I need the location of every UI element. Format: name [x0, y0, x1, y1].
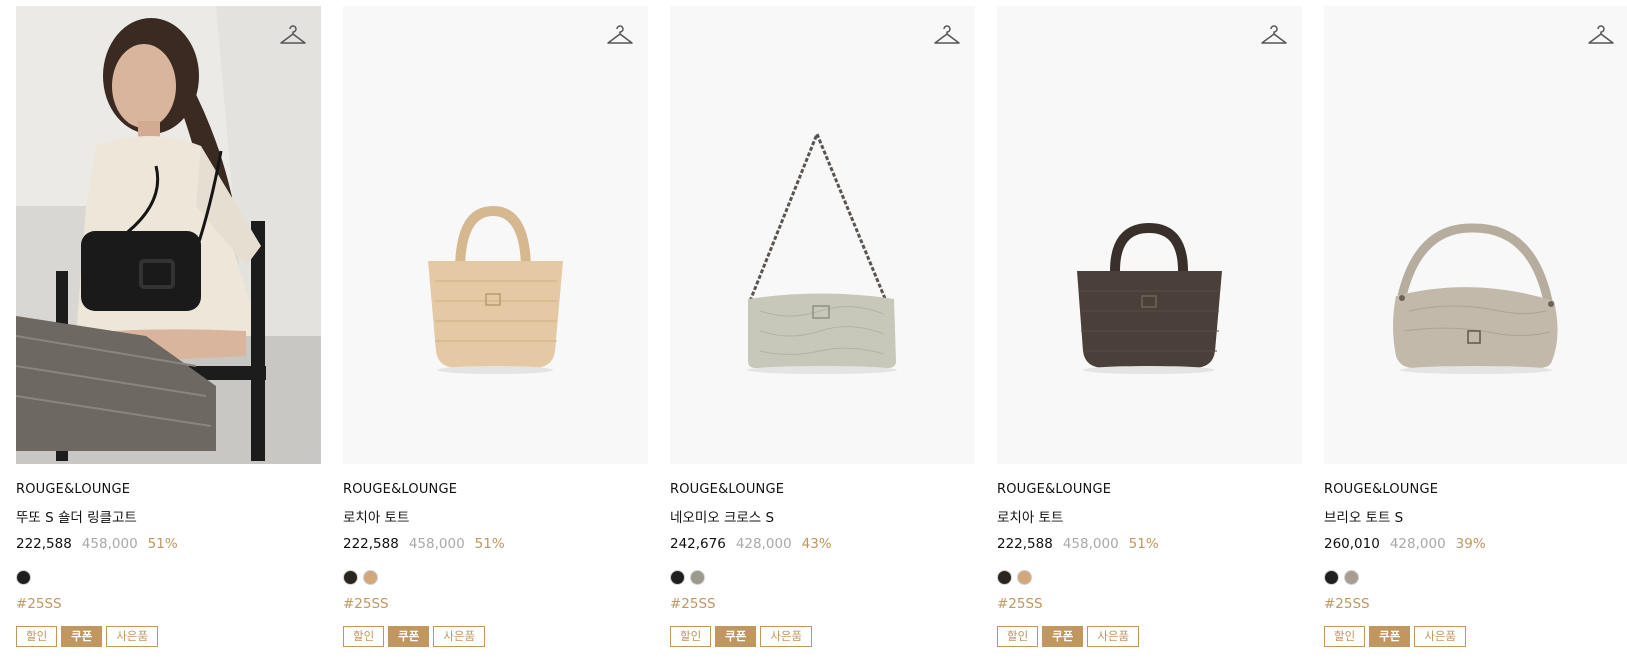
hanger-icon[interactable]	[1587, 22, 1615, 48]
badge-row: 할인 쿠폰 사은품	[343, 626, 648, 647]
product-brand[interactable]: ROUGE&LOUNGE	[343, 482, 648, 497]
color-swatch-black[interactable]	[16, 570, 31, 585]
sale-price: 260,010	[1324, 536, 1380, 552]
original-price: 458,000	[1062, 536, 1119, 552]
color-swatch-brown[interactable]	[343, 570, 358, 585]
gift-badge: 사은품	[1414, 626, 1467, 647]
product-image[interactable]	[343, 6, 648, 464]
product-name[interactable]: 브리오 토트 S	[1324, 506, 1627, 526]
product-grid: ROUGE&LOUNGE 뚜또 S 숄더 링클고트 222,588 458,00…	[16, 6, 1627, 647]
color-swatch-black[interactable]	[670, 570, 685, 585]
sale-price: 222,588	[343, 536, 399, 552]
product-card[interactable]: ROUGE&LOUNGE 로치아 토트 222,588 458,000 51% …	[997, 6, 1302, 647]
season-tag[interactable]: #25SS	[1324, 596, 1627, 612]
discount-badge: 할인	[343, 626, 385, 647]
model-photo	[16, 6, 321, 464]
price-row: 260,010 428,000 39%	[1324, 536, 1627, 552]
color-swatches	[343, 570, 648, 585]
gift-badge: 사은품	[760, 626, 813, 647]
product-image[interactable]	[670, 6, 975, 464]
product-card[interactable]: ROUGE&LOUNGE 네오미오 크로스 S 242,676 428,000 …	[670, 6, 975, 647]
taupe-hobo-illustration	[1324, 6, 1627, 464]
original-price: 458,000	[81, 536, 138, 552]
discount-rate: 51%	[147, 536, 178, 552]
product-brand[interactable]: ROUGE&LOUNGE	[670, 482, 975, 497]
original-price: 458,000	[408, 536, 465, 552]
product-image[interactable]	[16, 6, 321, 464]
badge-row: 할인 쿠폰 사은품	[670, 626, 975, 647]
sale-price: 222,588	[997, 536, 1053, 552]
coupon-badge: 쿠폰	[61, 626, 103, 647]
discount-rate: 51%	[1128, 536, 1159, 552]
discount-badge: 할인	[670, 626, 712, 647]
original-price: 428,000	[735, 536, 792, 552]
season-tag[interactable]: #25SS	[997, 596, 1302, 612]
discount-badge: 할인	[16, 626, 58, 647]
hanger-icon[interactable]	[933, 22, 961, 48]
product-brand[interactable]: ROUGE&LOUNGE	[16, 482, 321, 497]
product-name[interactable]: 네오미오 크로스 S	[670, 506, 975, 526]
price-row: 222,588 458,000 51%	[16, 536, 321, 552]
discount-rate: 43%	[801, 536, 832, 552]
color-swatch-sage[interactable]	[690, 570, 705, 585]
badge-row: 할인 쿠폰 사은품	[997, 626, 1302, 647]
season-tag[interactable]: #25SS	[343, 596, 648, 612]
gift-badge: 사은품	[1087, 626, 1140, 647]
color-swatches	[1324, 570, 1627, 585]
season-tag[interactable]: #25SS	[16, 596, 321, 612]
product-card[interactable]: ROUGE&LOUNGE 브리오 토트 S 260,010 428,000 39…	[1324, 6, 1627, 647]
discount-badge: 할인	[997, 626, 1039, 647]
price-row: 222,588 458,000 51%	[343, 536, 648, 552]
hanger-icon[interactable]	[606, 22, 634, 48]
hanger-icon[interactable]	[279, 22, 307, 48]
coupon-badge: 쿠폰	[1369, 626, 1411, 647]
coupon-badge: 쿠폰	[388, 626, 430, 647]
original-price: 428,000	[1389, 536, 1446, 552]
gift-badge: 사은품	[106, 626, 159, 647]
product-card[interactable]: ROUGE&LOUNGE 로치아 토트 222,588 458,000 51% …	[343, 6, 648, 647]
product-brand[interactable]: ROUGE&LOUNGE	[1324, 482, 1627, 497]
coupon-badge: 쿠폰	[715, 626, 757, 647]
color-swatches	[670, 570, 975, 585]
product-name[interactable]: 로치아 토트	[343, 506, 648, 526]
discount-rate: 51%	[474, 536, 505, 552]
hanger-icon[interactable]	[1260, 22, 1288, 48]
price-row: 222,588 458,000 51%	[997, 536, 1302, 552]
color-swatch-beige[interactable]	[363, 570, 378, 585]
color-swatch-beige[interactable]	[1017, 570, 1032, 585]
product-image[interactable]	[1324, 6, 1627, 464]
badge-row: 할인 쿠폰 사은품	[16, 626, 321, 647]
color-swatches	[16, 570, 321, 585]
beige-tote-illustration	[343, 6, 648, 464]
sale-price: 222,588	[16, 536, 72, 552]
product-name[interactable]: 로치아 토트	[997, 506, 1302, 526]
color-swatches	[997, 570, 1302, 585]
color-swatch-black[interactable]	[1324, 570, 1339, 585]
price-row: 242,676 428,000 43%	[670, 536, 975, 552]
discount-badge: 할인	[1324, 626, 1366, 647]
sage-crossbody-illustration	[670, 6, 975, 464]
season-tag[interactable]: #25SS	[670, 596, 975, 612]
sale-price: 242,676	[670, 536, 726, 552]
product-image[interactable]	[997, 6, 1302, 464]
color-swatch-brown[interactable]	[997, 570, 1012, 585]
product-brand[interactable]: ROUGE&LOUNGE	[997, 482, 1302, 497]
coupon-badge: 쿠폰	[1042, 626, 1084, 647]
product-name[interactable]: 뚜또 S 숄더 링클고트	[16, 506, 321, 526]
gift-badge: 사은품	[433, 626, 486, 647]
brown-tote-illustration	[997, 6, 1302, 464]
color-swatch-taupe[interactable]	[1344, 570, 1359, 585]
badge-row: 할인 쿠폰 사은품	[1324, 626, 1627, 647]
product-card[interactable]: ROUGE&LOUNGE 뚜또 S 숄더 링클고트 222,588 458,00…	[16, 6, 321, 647]
discount-rate: 39%	[1455, 536, 1486, 552]
